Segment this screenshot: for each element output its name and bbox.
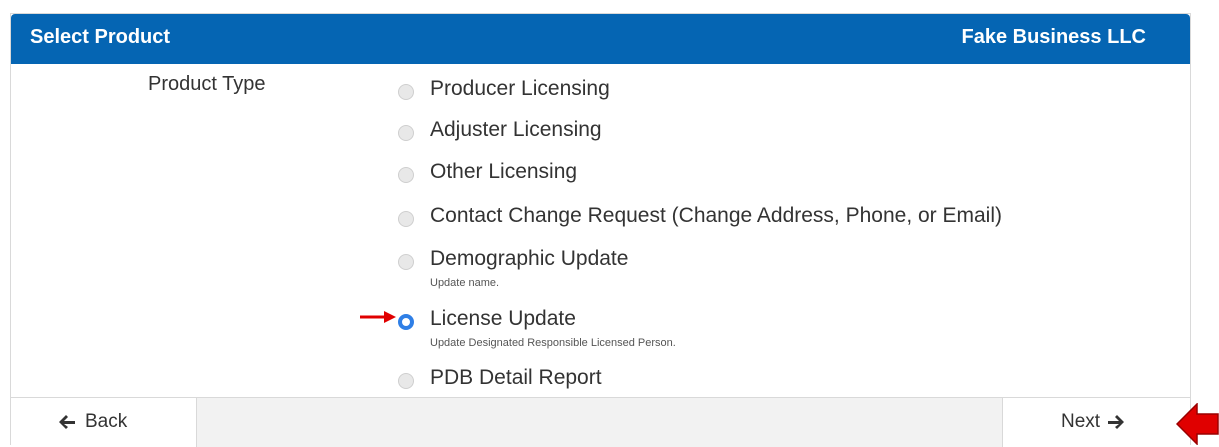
back-button-label: Back (85, 411, 128, 432)
option-label: Producer Licensing (430, 77, 610, 100)
panel-footer: Back Next (11, 397, 1190, 447)
option-description: Update name. (430, 277, 500, 289)
option-label: Contact Change Request (Change Address, … (430, 204, 1002, 227)
product-type-label: Product Type (148, 73, 266, 95)
option-label: Demographic Update (430, 247, 629, 270)
radio-other-licensing[interactable] (398, 167, 414, 183)
option-label: PDB Detail Report (430, 366, 602, 389)
option-label: License Update (430, 307, 576, 330)
red-annotation-arrow-icon (1176, 403, 1219, 445)
radio-contact-change-request[interactable] (398, 211, 414, 227)
select-product-panel: Select Product Fake Business LLC Product… (10, 13, 1191, 447)
back-button[interactable]: Back (11, 398, 197, 447)
option-label: Other Licensing (430, 160, 578, 183)
arrow-left-icon (59, 415, 75, 429)
option-label: Adjuster Licensing (430, 118, 602, 141)
radio-producer-licensing[interactable] (398, 84, 414, 100)
panel-header: Select Product Fake Business LLC (11, 14, 1190, 64)
company-name: Fake Business LLC (961, 26, 1146, 48)
panel-title: Select Product (30, 26, 171, 48)
radio-license-update[interactable] (398, 314, 414, 330)
next-button[interactable]: Next (1002, 398, 1190, 447)
radio-demographic-update[interactable] (398, 254, 414, 270)
option-description: Update Designated Responsible Licensed P… (430, 337, 676, 349)
next-button-label: Next (1061, 411, 1101, 432)
radio-adjuster-licensing[interactable] (398, 125, 414, 141)
arrow-right-icon (1108, 415, 1124, 429)
red-pointer-arrow-icon (360, 311, 396, 323)
radio-pdb-detail-report[interactable] (398, 373, 414, 389)
